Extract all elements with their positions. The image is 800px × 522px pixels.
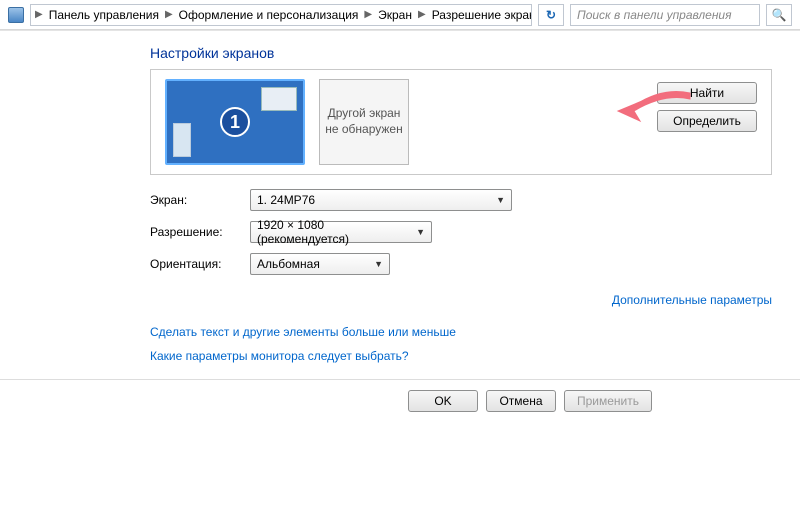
refresh-button[interactable]: ↻ — [538, 4, 564, 26]
crumb-appearance[interactable]: Оформление и персонализация — [175, 8, 363, 22]
window-decoration-icon — [173, 123, 191, 157]
screen-dropdown[interactable]: 1. 24MP76 ▼ — [250, 189, 512, 211]
page-title: Настройки экранов — [150, 45, 772, 61]
settings-form: Экран: 1. 24MP76 ▼ Разрешение: 1920 × 10… — [150, 189, 772, 275]
apply-button: Применить — [564, 390, 652, 412]
control-panel-icon — [8, 7, 24, 23]
crumb-control-panel[interactable]: Панель управления — [45, 8, 163, 22]
chevron-right-icon: ▶ — [165, 9, 173, 20]
search-button[interactable]: 🔍 — [766, 4, 792, 26]
breadcrumb[interactable]: ▶ Панель управления ▶ Оформление и персо… — [30, 4, 532, 26]
chevron-down-icon: ▼ — [416, 227, 425, 237]
find-button[interactable]: Найти — [657, 82, 757, 104]
resolution-dropdown[interactable]: 1920 × 1080 (рекомендуется) ▼ — [250, 221, 432, 243]
divider — [0, 379, 800, 380]
window-decoration-icon — [261, 87, 297, 111]
orientation-dropdown[interactable]: Альбомная ▼ — [250, 253, 390, 275]
display-preview: 1 Другой экран не обнаружен Найти Опреде… — [150, 69, 772, 175]
advanced-settings-link[interactable]: Дополнительные параметры — [612, 293, 772, 307]
detect-button[interactable]: Определить — [657, 110, 757, 132]
cancel-button[interactable]: Отмена — [486, 390, 556, 412]
chevron-down-icon: ▼ — [496, 195, 505, 205]
screen-label: Экран: — [150, 193, 250, 207]
refresh-icon: ↻ — [546, 8, 556, 22]
monitor-help-link[interactable]: Какие параметры монитора следует выбрать… — [150, 349, 772, 363]
address-bar: ▶ Панель управления ▶ Оформление и персо… — [0, 0, 800, 30]
advanced-link-row: Дополнительные параметры — [150, 293, 772, 307]
chevron-down-icon: ▼ — [374, 259, 383, 269]
monitor-number-badge: 1 — [220, 107, 250, 137]
text-size-link[interactable]: Сделать текст и другие элементы больше и… — [150, 325, 772, 339]
orientation-label: Ориентация: — [150, 257, 250, 271]
chevron-right-icon: ▶ — [418, 9, 426, 20]
main-content: Настройки экранов 1 Другой экран не обна… — [0, 31, 800, 363]
resolution-label: Разрешение: — [150, 225, 250, 239]
chevron-right-icon: ▶ — [364, 9, 372, 20]
ok-button[interactable]: OK — [408, 390, 478, 412]
dialog-buttons: OK Отмена Применить — [0, 390, 800, 412]
crumb-display[interactable]: Экран — [374, 8, 416, 22]
search-icon: 🔍 — [772, 8, 787, 22]
monitor-1[interactable]: 1 — [165, 79, 305, 165]
crumb-resolution[interactable]: Разрешение экрана — [428, 8, 532, 22]
chevron-right-icon: ▶ — [35, 9, 43, 20]
search-input[interactable]: Поиск в панели управления — [570, 4, 760, 26]
monitor-not-detected[interactable]: Другой экран не обнаружен — [319, 79, 409, 165]
